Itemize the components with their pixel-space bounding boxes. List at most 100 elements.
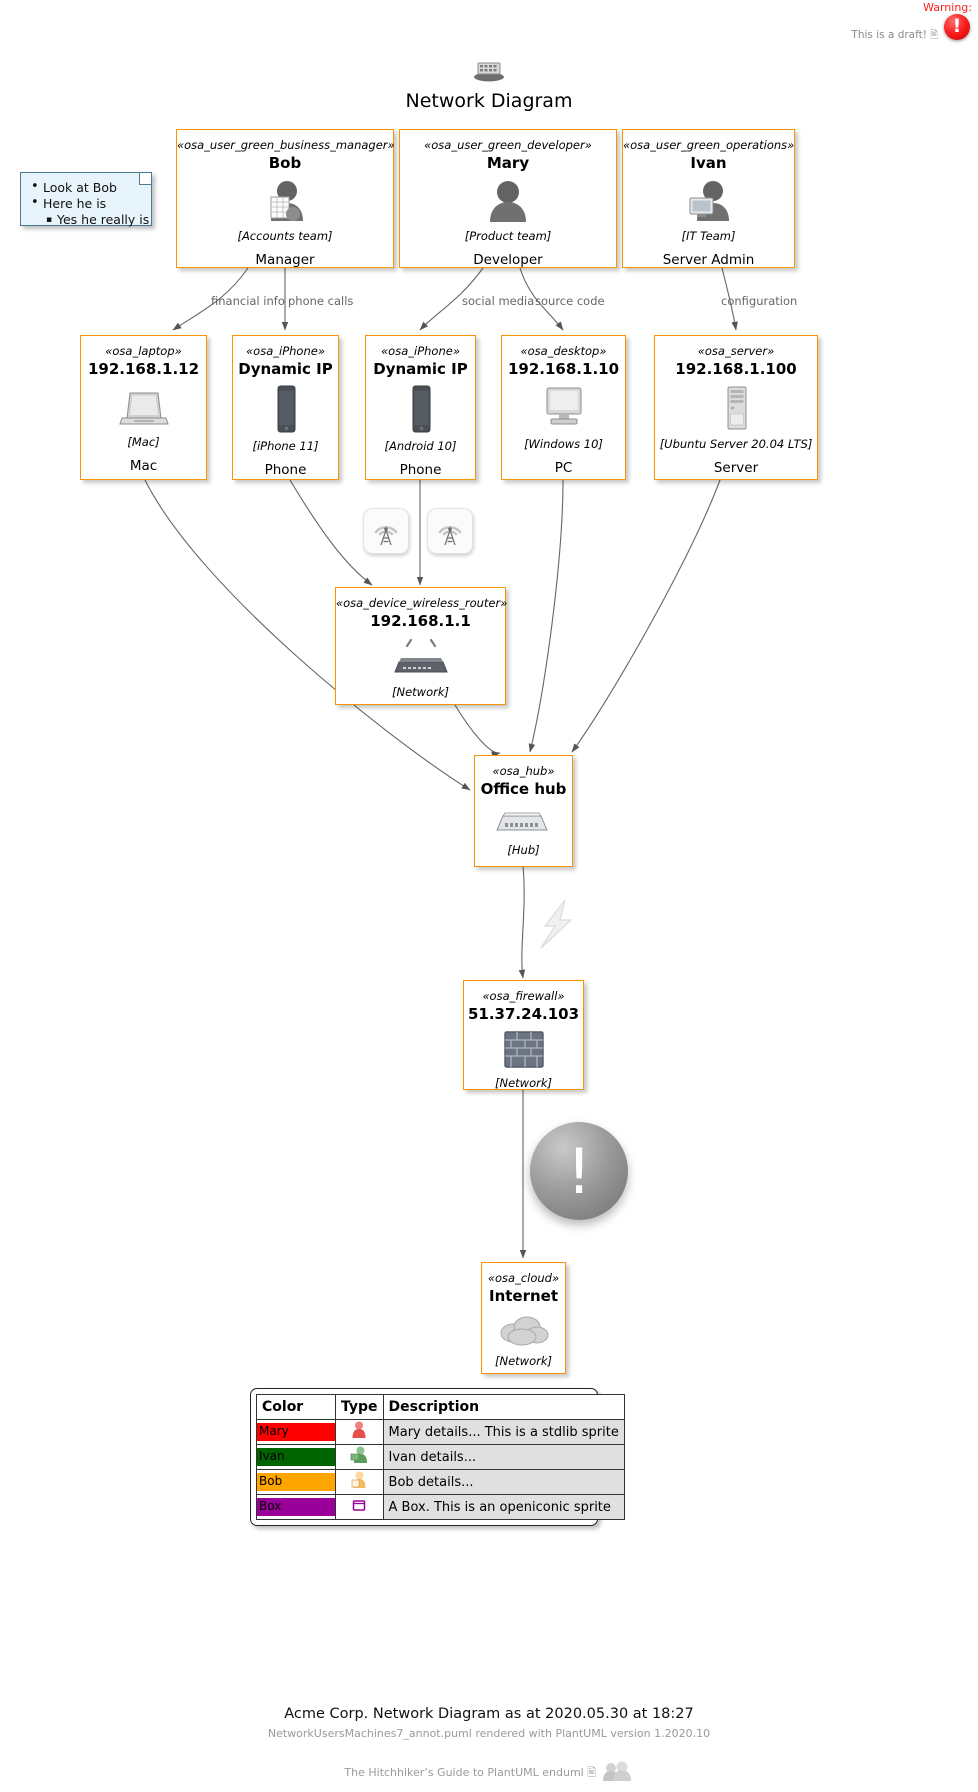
note-glyph-icon: 🖹 <box>929 30 938 41</box>
color-swatch: Bob <box>257 1473 335 1491</box>
node-bob[interactable]: «osa_user_green_business_manager» Bob [A… <box>176 129 395 268</box>
node-wireless-router[interactable]: «osa_device_wireless_router» 192.168.1.1… <box>335 587 508 705</box>
node-firewall[interactable]: «osa_firewall» 51.37.24.103 [Network] <box>463 980 584 1090</box>
table-row: Box A Box. This is an openiconic sprite <box>256 1494 625 1520</box>
node-ivan[interactable]: «osa_user_green_operations» Ivan [IT Tea… <box>622 129 795 268</box>
node-name: 192.168.1.100 <box>675 360 797 378</box>
footer-line-3: The Hitchhiker’s Guide to PlantUML endum… <box>0 1760 978 1783</box>
node-android[interactable]: «osa_iPhone» Dynamic IP [Android 10] Pho… <box>365 335 476 480</box>
title-text: Network Diagram <box>405 90 573 112</box>
legend-header-color: Color <box>256 1394 336 1420</box>
legend-color-cell: Box <box>256 1494 336 1520</box>
user-with-spreadsheet-sprite-icon <box>177 178 393 224</box>
footer-line-3-text: The Hitchhiker’s Guide to PlantUML endum… <box>344 1766 584 1779</box>
node-role: Phone <box>264 462 307 478</box>
edge-label-financial-info: financial info <box>211 294 285 308</box>
node-name: 192.168.1.12 <box>87 360 200 378</box>
node-mary[interactable]: «osa_user_green_developer» Mary [Product… <box>399 129 617 268</box>
node-desc: [iPhone 11] <box>252 439 319 453</box>
node-stereotype: «osa_desktop» <box>520 344 607 358</box>
orange-user-sprite-icon <box>335 1469 384 1495</box>
desktop-pc-sprite-icon <box>502 384 625 432</box>
node-role: Server <box>713 460 759 476</box>
draft-text: This is a draft! <box>851 29 927 41</box>
node-role: Server Admin <box>662 252 755 268</box>
legend-description: Ivan details... <box>382 1444 625 1470</box>
legend-header-row: Color Type Description <box>256 1394 625 1420</box>
green-user-sprite-icon <box>335 1444 384 1470</box>
node-laptop[interactable]: «osa_laptop» 192.168.1.12 [Mac] Mac <box>80 335 207 480</box>
node-name: 192.168.1.10 <box>507 360 620 378</box>
node-stereotype: «osa_laptop» <box>105 344 182 358</box>
node-role: PC <box>554 460 573 476</box>
legend-color-cell: Bob <box>256 1469 336 1495</box>
legend-header-type: Type <box>335 1394 384 1420</box>
node-desc: [Android 10] <box>384 439 457 453</box>
note-glyph-icon: 🖹 <box>587 1766 597 1779</box>
office-building-sprite <box>474 62 504 82</box>
node-name: 51.37.24.103 <box>467 1005 580 1023</box>
node-desktop[interactable]: «osa_desktop» 192.168.1.10 [Windows 10] … <box>501 335 626 480</box>
note-subitem: Yes he really is <box>31 212 149 228</box>
legend-color-label: Box <box>259 1499 282 1513</box>
note-item: Here he is <box>31 195 141 212</box>
node-server[interactable]: «osa_server» 192.168.1.100 [Ubuntu Serve… <box>654 335 818 480</box>
legend-header-description: Description <box>382 1394 625 1420</box>
node-desc: [Network] <box>495 1076 552 1090</box>
node-internet-cloud[interactable]: «osa_cloud» Internet [Network] <box>481 1262 566 1374</box>
edge-label-source-code: source code <box>535 294 605 308</box>
color-swatch: Ivan <box>257 1448 335 1466</box>
node-desc: [Network] <box>495 1354 552 1368</box>
node-stereotype: «osa_device_wireless_router» <box>336 596 508 610</box>
iphone-sprite-icon <box>233 384 338 434</box>
legend-color-label: Mary <box>259 1424 289 1438</box>
node-role: Mac <box>129 458 158 474</box>
lightning-bolt-sprite-icon <box>535 898 581 954</box>
android-phone-sprite-icon <box>366 384 475 434</box>
node-name: Ivan <box>690 154 727 172</box>
legend-description: Bob details... <box>382 1469 625 1495</box>
node-stereotype: «osa_firewall» <box>482 989 565 1003</box>
node-desc: [Mac] <box>127 435 160 449</box>
node-stereotype: «osa_iPhone» <box>381 344 460 358</box>
footer-line-1: Acme Corp. Network Diagram as at 2020.05… <box>284 1706 694 1722</box>
node-stereotype: «osa_user_green_operations» <box>623 138 795 152</box>
brick-wall-sprite-icon <box>464 1029 583 1071</box>
node-name: Office hub <box>480 780 567 798</box>
node-role: Manager <box>255 252 315 268</box>
note-item: Look at Bob <box>31 179 141 196</box>
node-stereotype: «osa_iPhone» <box>246 344 325 358</box>
node-role: Phone <box>399 462 442 478</box>
note-callout: Look at Bob Here he is Yes he really is <box>20 172 152 228</box>
legend-color-cell: Mary <box>256 1419 336 1445</box>
node-stereotype: «osa_server» <box>697 344 775 358</box>
node-iphone[interactable]: «osa_iPhone» Dynamic IP [iPhone 11] Phon… <box>232 335 339 480</box>
node-name: Mary <box>486 154 530 172</box>
node-stereotype: «osa_hub» <box>492 764 555 778</box>
node-stereotype: «osa_user_green_business_manager» <box>177 138 395 152</box>
node-desc: [Product team] <box>464 229 552 243</box>
edge-label-phone-calls: phone calls <box>288 294 354 308</box>
table-row: Mary Mary details... This is a stdlib sp… <box>256 1419 625 1445</box>
user-with-monitor-sprite-icon <box>623 178 794 224</box>
node-stereotype: «osa_user_green_developer» <box>424 138 592 152</box>
laptop-sprite-icon <box>81 384 206 430</box>
node-desc: [IT Team] <box>681 229 736 243</box>
legend-color-cell: Ivan <box>256 1444 336 1470</box>
network-hub-sprite-icon <box>475 804 572 838</box>
red-user-sprite-icon <box>335 1419 384 1445</box>
user-sprite-icon <box>400 178 616 224</box>
exclamation-circle-red-icon <box>944 13 970 40</box>
draft-note: This is a draft! 🖹 <box>851 28 938 45</box>
color-swatch: Box <box>257 1498 335 1516</box>
node-hub[interactable]: «osa_hub» Office hub [Hub] <box>474 755 573 867</box>
legend-description: Mary details... This is a stdlib sprite <box>382 1419 625 1445</box>
node-name: Bob <box>268 154 302 172</box>
node-name: 192.168.1.1 <box>370 612 471 630</box>
node-desc: [Network] <box>392 685 449 699</box>
wifi-tower-icon <box>427 508 473 554</box>
cloud-sprite-icon <box>482 1311 565 1349</box>
users-group-sprite-icon <box>602 1761 631 1781</box>
node-name: Internet <box>488 1287 559 1305</box>
wireless-router-sprite-icon <box>336 636 505 680</box>
